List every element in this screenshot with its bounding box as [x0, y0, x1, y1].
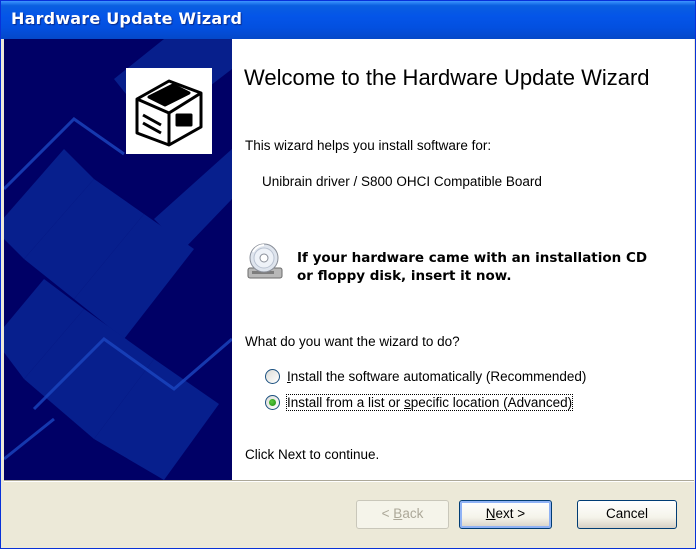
cd-prompt-line-2: or floppy disk, insert it now. [297, 268, 512, 284]
radio-selected-dot [269, 399, 276, 406]
option-install-from-list-label[interactable]: Install from a list or specific location… [285, 394, 574, 411]
device-name: Unibrain driver / S800 OHCI Compatible B… [262, 174, 542, 189]
wizard-sidebar [4, 39, 232, 480]
back-button[interactable]: < Back [356, 500, 449, 529]
wizard-window: Hardware Update Wizard Welcome to the Ha… [0, 0, 696, 549]
cancel-button[interactable]: Cancel [577, 500, 677, 529]
page-title: Welcome to the Hardware Update Wizard [244, 65, 650, 90]
title-bar[interactable]: Hardware Update Wizard [1, 1, 695, 39]
continue-text: Click Next to continue. [245, 447, 380, 462]
option-install-automatically-label[interactable]: Install the software automatically (Reco… [287, 369, 586, 384]
next-button[interactable]: Next > [459, 500, 552, 529]
window-title: Hardware Update Wizard [11, 9, 243, 28]
hardware-device-icon [126, 68, 212, 154]
button-bar: < Back Next > Cancel [4, 482, 694, 546]
intro-text: This wizard helps you install software f… [245, 138, 492, 153]
radio-install-automatically[interactable] [265, 369, 280, 384]
radio-install-from-list[interactable] [265, 395, 280, 410]
wizard-content: Welcome to the Hardware Update Wizard Th… [232, 39, 694, 480]
cd-prompt-line-1: If your hardware came with an installati… [297, 250, 648, 266]
cd-disk-icon [244, 242, 286, 282]
question-text: What do you want the wizard to do? [245, 334, 460, 349]
